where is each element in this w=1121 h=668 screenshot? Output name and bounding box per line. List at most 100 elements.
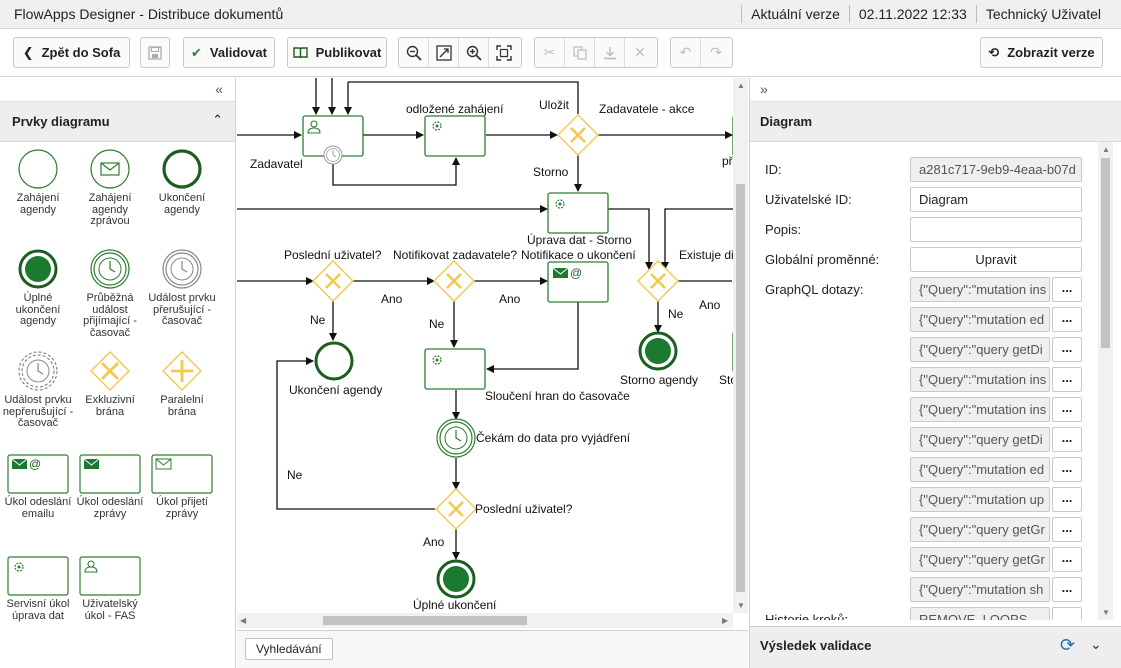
palette-service-task[interactable]: Servisní úkol úprava dat [2,556,74,622]
graphql-query-field[interactable]: {"Query":"mutation up [910,487,1050,512]
graphql-edit-button[interactable]: ... [1052,307,1082,332]
zoom-out-button[interactable] [399,38,429,67]
palette-boundary-timer-noninterrupting[interactable]: Událost prvku nepřerušující - časovač [2,350,74,430]
graphql-edit-button[interactable]: ... [1052,517,1082,542]
graphql-query-field[interactable]: {"Query":"query getDi [910,427,1050,452]
save-button[interactable] [140,37,170,68]
chevron-down-icon[interactable]: ⌄ [1090,636,1102,653]
user-name[interactable]: Technický Uživatel [975,5,1121,23]
graphql-edit-button[interactable]: ... [1052,427,1082,452]
scroll-up-icon[interactable]: ▲ [1102,145,1110,154]
graphql-query-field[interactable]: {"Query":"mutation ed [910,457,1050,482]
refresh-icon[interactable]: ⟳ [1060,635,1075,656]
redo-button[interactable]: ↷ [701,38,731,67]
graphql-edit-button[interactable]: ... [1052,547,1082,572]
task-odlozene-zahajeni[interactable] [424,115,486,157]
event-ukonceni-agendy[interactable] [314,341,354,381]
graphql-edit-button[interactable]: ... [1052,367,1082,392]
graphql-query-field[interactable]: {"Query":"query getGr [910,517,1050,542]
graphql-query-field[interactable]: {"Query":"mutation ins [910,277,1050,302]
graphql-edit-button[interactable]: ... [1052,457,1082,482]
bpmn-diagram[interactable]: @ Zadavatel odložené zahájení Uložit Zad… [237,78,748,630]
validate-button[interactable]: ✔ Validovat [183,37,275,68]
sequence-flow [486,301,579,373]
history-edit-button[interactable]: ... [1052,607,1082,620]
graphql-query-field[interactable]: {"Query":"mutation ed [910,307,1050,332]
palette-message-start-event[interactable]: Zahájení agendy zprávou [74,148,146,228]
graphql-edit-button[interactable]: ... [1052,277,1082,302]
publish-button[interactable]: Publikovat [287,37,387,68]
scroll-down-icon[interactable]: ▼ [737,601,745,610]
palette-end-event[interactable]: Ukončení agendy [146,148,218,216]
task-notifikace[interactable]: @ [547,261,609,303]
task-slouceni[interactable] [424,348,486,390]
gateway-existuje[interactable] [637,260,679,302]
id-field[interactable]: a281c717-9eb9-4eaa-b07d [910,157,1082,182]
graphql-query-field[interactable]: {"Query":"mutation ins [910,397,1050,422]
user-id-field[interactable]: Diagram [910,187,1082,212]
palette-user-task[interactable]: Uživatelský úkol - FAS [74,556,146,622]
scroll-up-icon[interactable]: ▲ [737,81,745,90]
palette-terminate-end-event[interactable]: Úplné ukončení agendy [2,248,74,328]
task-zadavatel[interactable] [302,115,364,165]
palette-parallel-gateway[interactable]: Paralelní brána [146,350,218,418]
description-field[interactable] [910,217,1082,242]
label-notifikovat: Notifikovat zadavatele? [393,248,517,262]
prop-row-user-id: Uživatelské ID: Diagram [750,185,1098,215]
palette-send-message-task[interactable]: Úkol odeslání zprávy [74,454,146,520]
search-button[interactable]: Vyhledávání [245,638,333,660]
paste-button[interactable] [595,38,625,67]
canvas-vertical-scroll-thumb[interactable] [736,184,745,592]
graphql-query-field[interactable]: {"Query":"mutation sh [910,577,1050,602]
gateway-ulozit[interactable] [557,114,599,156]
task-uprava-dat[interactable] [547,192,609,234]
diagram-canvas[interactable]: @ Zadavatel odložené zahájení Uložit Zad… [237,78,748,630]
canvas-horizontal-scroll-thumb[interactable] [323,616,527,625]
scroll-right-icon[interactable]: ▶ [722,616,728,625]
palette-intermediate-timer-event[interactable]: Průběžná událost přijímající - časovač [74,248,146,339]
scroll-left-icon[interactable]: ◀ [240,616,246,625]
show-versions-button[interactable]: ⟲ Zobrazit verze [980,37,1103,68]
gateway-notifikovat[interactable] [433,260,475,302]
palette-receive-message-task[interactable]: Úkol přijetí zprávy [146,454,218,520]
double-chevron-right-icon[interactable]: » [760,81,768,97]
edit-global-variables-button[interactable]: Upravit [910,247,1082,272]
version-label[interactable]: Aktuální verze [741,5,849,23]
scroll-down-icon[interactable]: ▼ [1102,608,1110,617]
zoom-in-button[interactable] [459,38,489,67]
copy-button[interactable] [565,38,595,67]
graphql-edit-button[interactable]: ... [1052,577,1082,602]
canvas-horizontal-scrollbar[interactable]: ◀ ▶ [237,613,733,628]
graphql-query-field[interactable]: {"Query":"query getDi [910,337,1050,362]
palette-start-event[interactable]: Zahájení agendy [2,148,74,216]
chevron-up-icon[interactable]: ⌃ [212,112,223,128]
boundary-timer-icon [162,249,202,289]
graphql-edit-button[interactable]: ... [1052,397,1082,422]
event-storno-agendy[interactable] [638,331,678,371]
gateway-posledni-uzivatel-2[interactable] [435,488,477,530]
canvas-vertical-scrollbar[interactable]: ▲ ▼ [733,78,748,613]
timer-catch-event-icon [90,249,130,289]
history-field[interactable]: REMOVE_LOOPS [910,607,1050,620]
gateway-posledni-uzivatel-1[interactable] [312,260,354,302]
delete-button[interactable]: ✕ [625,38,655,67]
back-button[interactable]: ❮ Zpět do Sofa [13,37,130,68]
graphql-edit-button[interactable]: ... [1052,337,1082,362]
zoom-fit-button[interactable] [429,38,459,67]
properties-scroll-thumb[interactable] [1101,158,1110,348]
double-chevron-left-icon[interactable]: « [215,81,223,97]
validation-panel[interactable]: Výsledek validace ⟳ ⌄ [750,626,1121,668]
graphql-query-field[interactable]: {"Query":"query getGr [910,547,1050,572]
event-cekam-timer[interactable] [436,418,476,458]
palette-exclusive-gateway[interactable]: Exkluzivní brána [74,350,146,418]
palette-header[interactable]: Prvky diagramu [0,102,235,142]
event-uplne-ukonceni[interactable] [436,559,476,599]
properties-scrollbar[interactable]: ▲ ▼ [1098,142,1113,620]
palette-boundary-timer-interrupting[interactable]: Událost prvku přerušující - časovač [146,248,218,328]
palette-email-task[interactable]: @ Úkol odeslání emailu [2,454,74,520]
undo-button[interactable]: ↶ [671,38,701,67]
graphql-query-field[interactable]: {"Query":"mutation ins [910,367,1050,392]
graphql-edit-button[interactable]: ... [1052,487,1082,512]
cut-button[interactable]: ✂ [535,38,565,67]
fit-screen-button[interactable] [489,38,519,67]
